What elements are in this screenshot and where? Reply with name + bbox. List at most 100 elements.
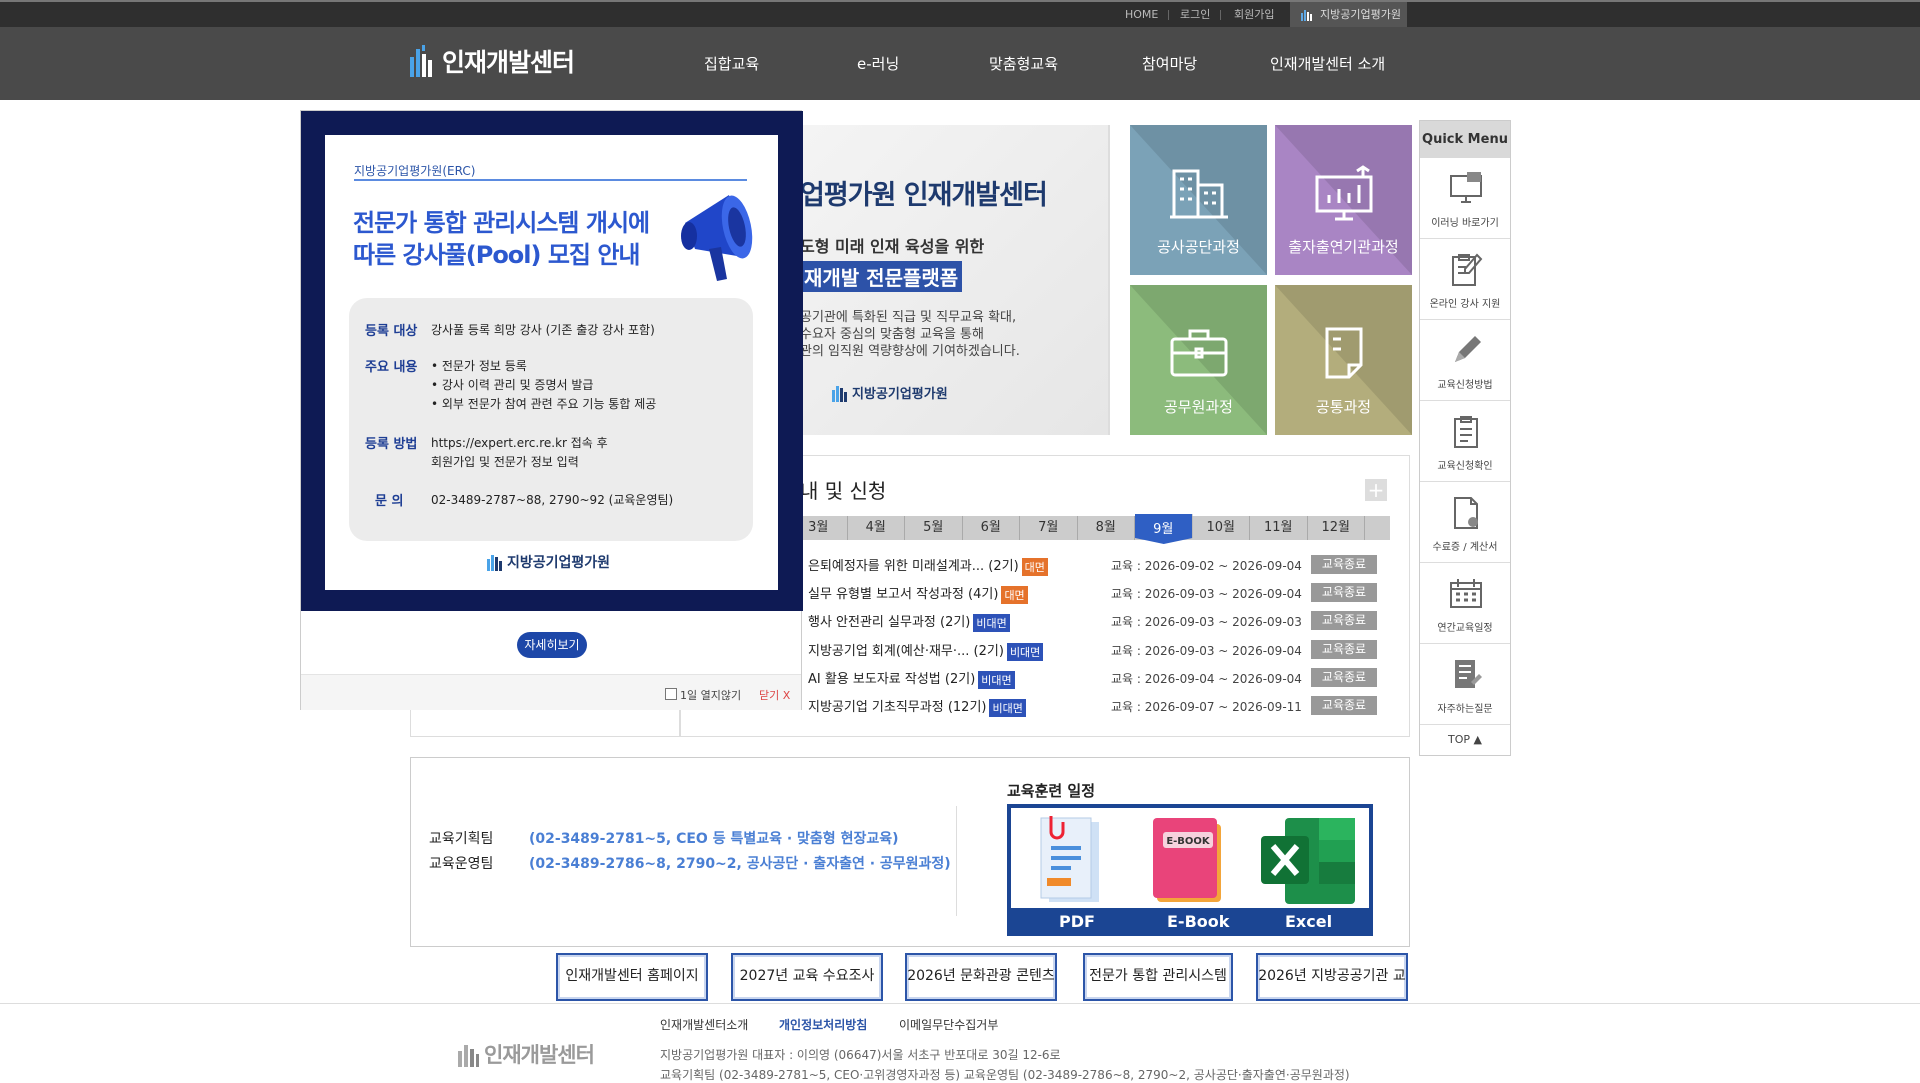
- popup-close-button[interactable]: 닫기 X: [759, 687, 790, 703]
- footer-link-about[interactable]: 인재개발센터소개: [660, 1016, 748, 1033]
- course-name[interactable]: 지방공기업 회계(예산·재무·... (2기): [808, 644, 1004, 659]
- clipboard-pen-icon: [1452, 253, 1483, 286]
- popup-info-box: 등록 대상 강사풀 등록 희망 강사 (기존 출강 강사 포함) 주요 내용 •…: [349, 298, 753, 541]
- course-status-button[interactable]: 교육종료: [1311, 668, 1377, 687]
- quick-certificate[interactable]: 수료증 / 계산서: [1420, 482, 1510, 563]
- tile-public-corporation[interactable]: 공사공단과정: [1130, 125, 1267, 275]
- course-status-button[interactable]: 교육종료: [1311, 611, 1377, 630]
- footer-link-email-policy[interactable]: 이메일무단수집거부: [899, 1016, 998, 1033]
- link-hrd-homepage[interactable]: 인재개발센터 홈페이지: [556, 953, 708, 1001]
- divider: [1220, 10, 1221, 20]
- org-logo-icon: [487, 555, 502, 571]
- nav-about[interactable]: 인재개발센터 소개: [1270, 53, 1385, 74]
- ebook-icon[interactable]: E-BOOK: [1149, 814, 1229, 906]
- course-status-button[interactable]: 교육종료: [1311, 696, 1377, 715]
- quick-instructor-support[interactable]: 온라인 강사 지원: [1420, 239, 1510, 320]
- tile-affiliated-institution[interactable]: 출자출연기관과정: [1275, 125, 1412, 275]
- quick-apply-method[interactable]: 교육신청방법: [1420, 320, 1510, 401]
- course-name[interactable]: 실무 유형별 보고서 작성과정 (4기): [808, 587, 998, 602]
- course-row[interactable]: AI 활용 보도자료 작성법 (2기) 비대면 교육 : 2026-09-04 ~…: [808, 666, 1408, 689]
- course-badge: 비대면: [978, 670, 1015, 689]
- footer-logo: 인재개발센터: [458, 1039, 595, 1069]
- popup-row-text: 02-3489-2787~88, 2790~92 (교육운영팀): [431, 493, 674, 507]
- footer-phones: 교육기획팀 (02-3489-2781~5, CEO·고위경영자과정 등) 교육…: [660, 1068, 1350, 1082]
- course-status-button[interactable]: 교육종료: [1311, 640, 1377, 659]
- tile-common-course[interactable]: 공통과정: [1275, 285, 1412, 435]
- excel-icon[interactable]: [1261, 818, 1357, 906]
- pdf-icon[interactable]: [1031, 816, 1107, 906]
- nav-custom-education[interactable]: 맞춤형교육: [989, 53, 1058, 74]
- tab-month-11[interactable]: 11월: [1250, 516, 1308, 540]
- tile-civil-servant[interactable]: 공무원과정: [1130, 285, 1267, 435]
- scroll-top-button[interactable]: TOP ▲: [1420, 725, 1510, 756]
- nav-community[interactable]: 참여마당: [1142, 53, 1197, 74]
- pdf-download-label[interactable]: PDF: [1059, 912, 1095, 931]
- course-badge: 대면: [1001, 585, 1028, 604]
- link-local-public-agency[interactable]: 2026년 지방공공기관 교: [1256, 953, 1408, 1001]
- course-status-button[interactable]: 교육종료: [1311, 555, 1377, 574]
- course-date: 교육 : 2026-09-03 ~ 2026-09-04: [1111, 587, 1302, 601]
- course-badge: 비대면: [989, 698, 1026, 717]
- popup-image[interactable]: 지방공기업평가원(ERC) 전문가 통합 관리시스템 개시에 따른 강사풀(Po…: [301, 111, 803, 611]
- quick-label: 이러닝 바로가기: [1431, 218, 1499, 229]
- tab-month-10[interactable]: 10월: [1193, 516, 1250, 540]
- quick-apply-check[interactable]: 교육신청확인: [1420, 401, 1510, 482]
- tab-month-8[interactable]: 8월: [1078, 516, 1135, 540]
- course-name[interactable]: 지방공기업 기초직무과정 (12기): [808, 700, 986, 715]
- tab-month-6[interactable]: 6월: [963, 516, 1020, 540]
- popup-row-head: 등록 대상: [365, 324, 418, 339]
- popup-row-head: 문 의: [375, 494, 404, 509]
- course-row[interactable]: 행사 안전관리 실무과정 (2기) 비대면 교육 : 2026-09-03 ~ 2…: [808, 609, 1408, 632]
- no-show-today-checkbox[interactable]: [665, 688, 677, 700]
- briefcase-icon: [1170, 329, 1228, 377]
- ebook-download-label[interactable]: E-Book: [1167, 912, 1229, 931]
- hero-highlight: 재개발 전문플랫폼: [800, 261, 963, 292]
- quick-elearning[interactable]: 이러닝 바로가기: [1420, 158, 1510, 239]
- site-logo[interactable]: 인재개발센터: [410, 41, 575, 81]
- course-row[interactable]: 지방공기업 기초직무과정 (12기) 비대면 교육 : 2026-09-07 ~ …: [808, 694, 1408, 717]
- footer-address: 지방공기업평가원 대표자 : 이의영 (06647)서울 서초구 반포대로 30…: [660, 1048, 1061, 1062]
- link-demand-survey[interactable]: 2027년 교육 수요조사: [731, 953, 883, 1001]
- login-link[interactable]: 로그인: [1180, 2, 1210, 27]
- course-name[interactable]: 은퇴예정자를 위한 미래설계과... (2기): [808, 559, 1019, 574]
- course-status-button[interactable]: 교육종료: [1311, 583, 1377, 602]
- nav-offline-education[interactable]: 집합교육: [704, 53, 759, 74]
- no-show-today-label[interactable]: 1일 열지않기: [680, 687, 741, 703]
- download-panel: E-BOOK PDF E-Book Excel: [1007, 804, 1373, 936]
- footer-link-privacy[interactable]: 개인정보처리방침: [779, 1016, 867, 1033]
- excel-download-label[interactable]: Excel: [1285, 912, 1332, 931]
- pencil-icon: [1455, 336, 1481, 362]
- popup-footer: 1일 열지않기 닫기 X: [301, 674, 801, 710]
- home-link[interactable]: HOME: [1125, 2, 1158, 27]
- tile-label: 공무원과정: [1163, 398, 1233, 416]
- course-date: 교육 : 2026-09-03 ~ 2026-09-04: [1111, 644, 1302, 658]
- tab-month-7[interactable]: 7월: [1020, 516, 1078, 540]
- quick-faq[interactable]: 자주하는질문: [1420, 644, 1510, 725]
- footer-logo-text: 인재개발센터: [484, 1043, 595, 1067]
- hero-banner[interactable]: 업평가원 인재개발센터 도형 미래 인재 육성을 위한 재개발 전문플랫폼 공기…: [800, 125, 1110, 435]
- signup-link[interactable]: 회원가입: [1234, 2, 1274, 27]
- course-row[interactable]: 지방공기업 회계(예산·재무·... (2기) 비대면 교육 : 2026-09-…: [808, 638, 1408, 661]
- top-utility-bar: HOME 로그인 회원가입 지방공기업평가원: [0, 0, 1920, 27]
- tab-month-5[interactable]: 5월: [905, 516, 963, 540]
- org-logo-icon: [832, 385, 847, 402]
- tab-month-12[interactable]: 12월: [1308, 516, 1365, 540]
- schedule-more-button[interactable]: +: [1365, 479, 1387, 501]
- tab-month-4[interactable]: 4월: [848, 516, 905, 540]
- course-row[interactable]: 은퇴예정자를 위한 미래설계과... (2기) 대면 교육 : 2026-09-0…: [808, 553, 1408, 576]
- course-name[interactable]: AI 활용 보도자료 작성법 (2기): [808, 672, 975, 687]
- details-button[interactable]: 자세히보기: [517, 632, 587, 658]
- course-name[interactable]: 행사 안전관리 실무과정 (2기): [808, 615, 970, 630]
- quick-annual-schedule[interactable]: 연간교육일정: [1420, 563, 1510, 644]
- quick-label: 온라인 강사 지원: [1429, 299, 1501, 310]
- tab-month-9[interactable]: 9월: [1135, 514, 1193, 544]
- course-date: 교육 : 2026-09-02 ~ 2026-09-04: [1111, 559, 1302, 573]
- nav-elearning[interactable]: e-러닝: [857, 53, 899, 74]
- course-date: 교육 : 2026-09-03 ~ 2026-09-03: [1111, 615, 1302, 629]
- org-site-link[interactable]: 지방공기업평가원: [1290, 2, 1407, 27]
- course-row[interactable]: 실무 유형별 보고서 작성과정 (4기) 대면 교육 : 2026-09-03 ~…: [808, 581, 1408, 604]
- link-expert-system[interactable]: 전문가 통합 관리시스템: [1083, 953, 1233, 1001]
- course-badge: 대면: [1021, 557, 1048, 576]
- link-culture-tourism[interactable]: 2026년 문화관광 콘텐츠: [905, 953, 1057, 1001]
- tile-label: 출자출연기관과정: [1288, 238, 1399, 256]
